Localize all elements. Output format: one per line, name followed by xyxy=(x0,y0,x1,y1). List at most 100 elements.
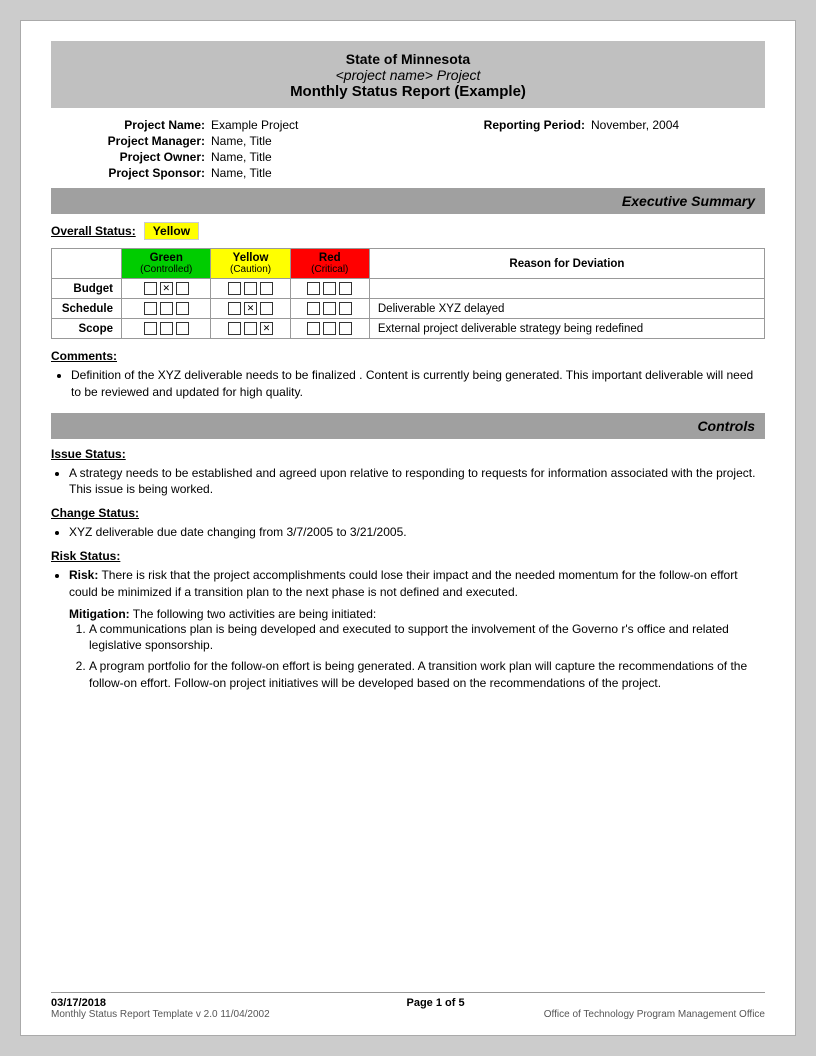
reporting-period-label: Reporting Period: xyxy=(431,118,591,132)
checkbox xyxy=(176,282,189,295)
reason-cell: External project deliverable strategy be… xyxy=(369,319,764,339)
change-status-label: Change Status: xyxy=(51,506,765,520)
yellow-checkboxes xyxy=(211,299,290,319)
header-line2: <project name> Project xyxy=(59,67,757,83)
overall-status-label: Overall Status: xyxy=(51,224,136,238)
green-checkboxes xyxy=(122,279,211,299)
checkbox xyxy=(228,282,241,295)
risk-text: There is risk that the project accomplis… xyxy=(69,568,738,599)
table-row: Budget xyxy=(52,279,765,299)
checkbox xyxy=(176,322,189,335)
row-label: Scope xyxy=(52,319,122,339)
project-name-value: Example Project xyxy=(211,118,431,132)
project-name-label: Project Name: xyxy=(51,118,211,132)
checkbox xyxy=(323,302,336,315)
comments-section: Comments: Definition of the XYZ delivera… xyxy=(51,349,765,401)
green-header: Green (Controlled) xyxy=(122,249,211,279)
risk-bold-label: Risk: xyxy=(69,568,98,582)
header-line3: Monthly Status Report (Example) xyxy=(59,83,757,100)
checkbox xyxy=(323,322,336,335)
reason-header: Reason for Deviation xyxy=(369,249,764,279)
checkbox xyxy=(339,282,352,295)
change-item: XYZ deliverable due date changing from 3… xyxy=(69,524,765,541)
project-sponsor-label: Project Sponsor: xyxy=(51,166,211,180)
risk-list: Risk: There is risk that the project acc… xyxy=(69,567,765,601)
table-row: Schedule Deliverable XYZ delayed xyxy=(52,299,765,319)
mitigation-label: Mitigation: xyxy=(69,607,130,621)
checkbox xyxy=(260,302,273,315)
reason-cell: Deliverable XYZ delayed xyxy=(369,299,764,319)
empty-header xyxy=(52,249,122,279)
risk-status-label: Risk Status: xyxy=(51,549,765,563)
issue-list: A strategy needs to be established and a… xyxy=(69,465,765,499)
footer-date: 03/17/2018 xyxy=(51,997,106,1009)
checkbox xyxy=(307,282,320,295)
header-line1: State of Minnesota xyxy=(59,51,757,67)
checkbox xyxy=(144,322,157,335)
page-header: State of Minnesota <project name> Projec… xyxy=(51,41,765,108)
red-checkboxes xyxy=(290,319,369,339)
checkbox xyxy=(244,302,257,315)
project-info: Project Name: Example Project Reporting … xyxy=(51,118,765,180)
page-footer: 03/17/2018 Page 1 of 5 Monthly Status Re… xyxy=(51,992,765,1020)
green-checkboxes xyxy=(122,319,211,339)
footer-office: Office of Technology Program Management … xyxy=(544,1009,765,1020)
footer-top: 03/17/2018 Page 1 of 5 xyxy=(51,997,765,1009)
issue-item: A strategy needs to be established and a… xyxy=(69,465,765,499)
change-list: XYZ deliverable due date changing from 3… xyxy=(69,524,765,541)
red-checkboxes xyxy=(290,279,369,299)
row-label: Budget xyxy=(52,279,122,299)
green-checkboxes xyxy=(122,299,211,319)
red-header: Red (Critical) xyxy=(290,249,369,279)
checkbox xyxy=(307,322,320,335)
checkbox xyxy=(228,322,241,335)
checkbox xyxy=(228,302,241,315)
comments-list: Definition of the XYZ deliverable needs … xyxy=(71,367,765,401)
executive-summary-header: Executive Summary xyxy=(51,188,765,214)
yellow-checkboxes xyxy=(211,279,290,299)
overall-status: Overall Status: Yellow xyxy=(51,222,765,240)
footer-page: Page 1 of 5 xyxy=(406,997,464,1009)
checkbox xyxy=(144,302,157,315)
checkbox xyxy=(339,322,352,335)
project-manager-label: Project Manager: xyxy=(51,134,211,148)
project-manager-value: Name, Title xyxy=(211,134,431,148)
checkbox xyxy=(160,302,173,315)
footer-template-info: Monthly Status Report Template v 2.0 11/… xyxy=(51,1009,270,1020)
red-checkboxes xyxy=(290,299,369,319)
risk-item: Risk: There is risk that the project acc… xyxy=(69,567,765,601)
yellow-checkboxes xyxy=(211,319,290,339)
checkbox xyxy=(260,282,273,295)
issue-status-label: Issue Status: xyxy=(51,447,765,461)
status-table: Green (Controlled) Yellow (Caution) Red … xyxy=(51,248,765,339)
checkbox xyxy=(323,282,336,295)
controls-header: Controls xyxy=(51,413,765,439)
comments-item: Definition of the XYZ deliverable needs … xyxy=(71,367,765,401)
checkbox xyxy=(144,282,157,295)
mitigation-item: A program portfolio for the follow-on ef… xyxy=(89,658,765,692)
row-label: Schedule xyxy=(52,299,122,319)
controls-section: Issue Status: A strategy needs to be est… xyxy=(51,447,765,692)
comments-label: Comments: xyxy=(51,349,765,363)
project-owner-label: Project Owner: xyxy=(51,150,211,164)
overall-status-value: Yellow xyxy=(144,222,199,240)
mitigation-item: A communications plan is being developed… xyxy=(89,621,765,655)
mitigation-list: A communications plan is being developed… xyxy=(89,621,765,692)
project-owner-value: Name, Title xyxy=(211,150,431,164)
checkbox xyxy=(307,302,320,315)
checkbox xyxy=(160,322,173,335)
checkbox xyxy=(260,322,273,335)
checkbox xyxy=(339,302,352,315)
yellow-header: Yellow (Caution) xyxy=(211,249,290,279)
table-row: Scope External project deliverable strate… xyxy=(52,319,765,339)
reason-cell xyxy=(369,279,764,299)
checkbox xyxy=(244,282,257,295)
footer-bottom: Monthly Status Report Template v 2.0 11/… xyxy=(51,1009,765,1020)
checkbox xyxy=(176,302,189,315)
checkbox xyxy=(160,282,173,295)
mitigation-intro: The following two activities are being i… xyxy=(133,607,376,621)
project-sponsor-value: Name, Title xyxy=(211,166,431,180)
page: State of Minnesota <project name> Projec… xyxy=(20,20,796,1036)
checkbox xyxy=(244,322,257,335)
mitigation-block: Mitigation: The following two activities… xyxy=(69,607,765,692)
